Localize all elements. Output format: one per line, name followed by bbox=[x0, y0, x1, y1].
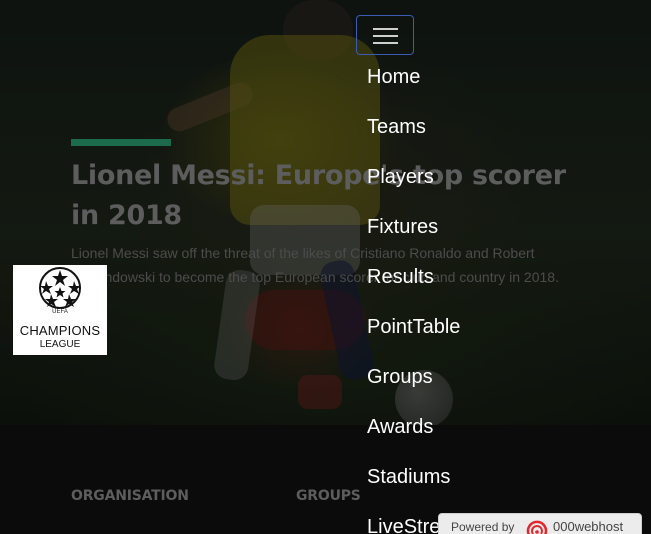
webhost-powered-by-label: Powered by bbox=[451, 520, 515, 534]
nav-item-pointtable[interactable]: PointTable bbox=[367, 316, 460, 339]
footer-heading-groups: GROUPS bbox=[296, 488, 361, 504]
hero-excerpt: Lionel Messi saw off the threat of the l… bbox=[71, 245, 559, 285]
logo-title-line1: CHAMPIONS bbox=[19, 323, 101, 338]
nav-item-fixtures[interactable]: Fixtures bbox=[367, 216, 438, 239]
logo-title-line2: LEAGUE bbox=[39, 339, 81, 350]
headline-accent-bar bbox=[71, 139, 171, 146]
menu-toggle-button[interactable] bbox=[356, 15, 414, 55]
footer-heading-organisation: ORGANISATION bbox=[71, 488, 189, 504]
webhost-brand-name: 000webhost bbox=[553, 519, 624, 534]
nav-item-teams[interactable]: Teams bbox=[367, 116, 426, 139]
logo-uefa-text: UEFA bbox=[52, 309, 68, 315]
hero-headline[interactable]: Lionel Messi: Europe's top scorer in 201… bbox=[71, 156, 591, 236]
nav-item-home[interactable]: Home bbox=[367, 66, 420, 89]
nav-item-results[interactable]: Results bbox=[367, 266, 434, 289]
nav-item-awards[interactable]: Awards bbox=[367, 416, 433, 439]
champions-league-logo[interactable]: UEFA CHAMPIONS LEAGUE bbox=[13, 265, 107, 355]
nav-item-players[interactable]: Players bbox=[367, 166, 434, 189]
webhost-badge[interactable]: Powered by 000webhost bbox=[438, 513, 642, 534]
starball-icon bbox=[39, 267, 81, 309]
nav-item-groups[interactable]: Groups bbox=[367, 366, 433, 389]
webhost-logo-icon bbox=[526, 520, 548, 534]
nav-item-stadiums[interactable]: Stadiums bbox=[367, 466, 450, 489]
